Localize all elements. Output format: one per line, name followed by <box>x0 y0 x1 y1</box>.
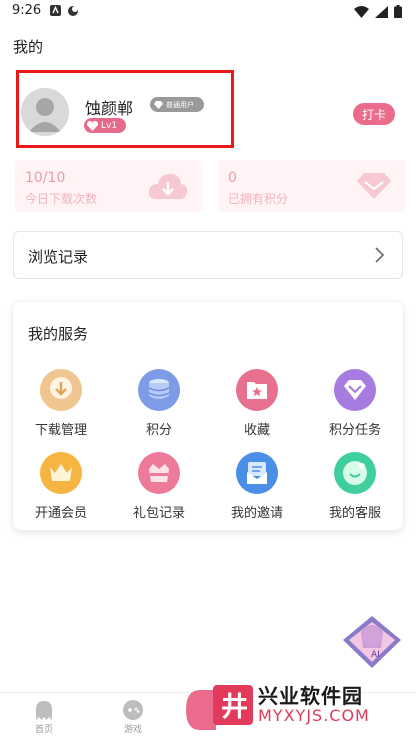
favorite-folder-icon <box>236 369 278 411</box>
nav-home-label: 首页 <box>34 725 53 735</box>
floating-ai-assistant[interactable]: AI <box>341 614 403 670</box>
crown-icon <box>40 452 82 494</box>
battery-icon <box>394 5 402 18</box>
services-title: 我的服务 <box>28 325 89 343</box>
service-label: 礼包记录 <box>132 506 185 521</box>
status-notification-icons <box>50 5 79 17</box>
ai-label: AI <box>371 650 380 660</box>
browse-history-row[interactable]: 浏览记录 <box>13 231 403 279</box>
download-count-value: 10/10 <box>25 170 66 186</box>
diamond-icon <box>154 100 163 109</box>
level-label: Lv1 <box>101 120 118 131</box>
service-label: 收藏 <box>243 423 270 438</box>
watermark-title: 兴业软件园 <box>258 684 363 708</box>
gift-icon <box>138 452 180 494</box>
service-favorites[interactable]: 收藏 <box>212 369 302 438</box>
nav-home[interactable]: 首页 <box>19 699 69 735</box>
gamepad-icon <box>123 700 143 720</box>
level-badge: Lv1 <box>84 118 126 133</box>
default-user-icon <box>21 88 69 136</box>
member-badge-label: 普通用户 <box>166 100 194 109</box>
service-label: 开通会员 <box>34 506 87 521</box>
signal-icon <box>375 5 388 18</box>
service-points-task[interactable]: 积分任务 <box>310 369 400 438</box>
nav-games-label: 游戏 <box>123 725 142 735</box>
nav-games[interactable]: 游戏 <box>108 699 158 735</box>
status-system-icons <box>354 5 402 18</box>
service-label: 积分 <box>145 423 172 438</box>
ai-character-icon: AI <box>343 616 401 668</box>
download-manage-icon <box>40 369 82 411</box>
my-services-card: 我的服务 下载管理 积分 收藏 积分任务 开通会员 礼包记录 我的邀请 我的客服 <box>13 302 403 530</box>
points-card[interactable]: 0 已拥有积分 <box>218 160 405 212</box>
service-label: 下载管理 <box>34 423 87 438</box>
service-gift-records[interactable]: 礼包记录 <box>114 452 204 521</box>
pink-tab-shape <box>186 690 216 730</box>
cloud-download-icon <box>148 174 188 199</box>
checkin-button[interactable]: 打卡 <box>353 103 395 125</box>
service-points[interactable]: 积分 <box>114 369 204 438</box>
ghost-home-icon <box>36 701 52 720</box>
invite-icon <box>236 452 278 494</box>
watermark-logo-char: 井 <box>221 692 248 723</box>
level-heart-icon <box>87 120 98 131</box>
member-badge: 普通用户 <box>150 97 204 112</box>
points-stack-icon <box>138 369 180 411</box>
notification-app-icon-2 <box>68 6 78 16</box>
watermark: 井 兴业软件园 MYXYJS.COM <box>186 676 416 739</box>
watermark-url: MYXYJS.COM <box>258 706 370 725</box>
service-label: 积分任务 <box>328 423 381 438</box>
diamond-icon <box>357 173 391 199</box>
notification-app-icon <box>50 5 61 16</box>
service-label: 我的邀请 <box>230 506 283 521</box>
wifi-icon <box>354 5 369 18</box>
page-title: 我的 <box>13 38 44 56</box>
service-my-invites[interactable]: 我的邀请 <box>212 452 302 521</box>
status-bar: 9:26 <box>0 0 416 24</box>
avatar[interactable] <box>21 88 69 136</box>
service-download-manage[interactable]: 下载管理 <box>16 369 106 438</box>
service-label: 我的客服 <box>328 506 381 521</box>
points-label: 已拥有积分 <box>228 192 289 206</box>
download-count-label: 今日下载次数 <box>25 192 98 206</box>
points-task-icon <box>334 369 376 411</box>
service-open-membership[interactable]: 开通会员 <box>16 452 106 521</box>
browse-history-label: 浏览记录 <box>28 248 89 266</box>
username[interactable]: 蚀颜郸 <box>85 95 133 119</box>
watermark-logo: 井 <box>213 685 253 725</box>
points-value: 0 <box>228 170 237 186</box>
download-count-card[interactable]: 10/10 今日下载次数 <box>15 160 202 212</box>
customer-service-icon <box>334 452 376 494</box>
service-customer-support[interactable]: 我的客服 <box>310 452 400 521</box>
chevron-right-icon <box>375 247 384 263</box>
status-time: 9:26 <box>12 3 42 18</box>
